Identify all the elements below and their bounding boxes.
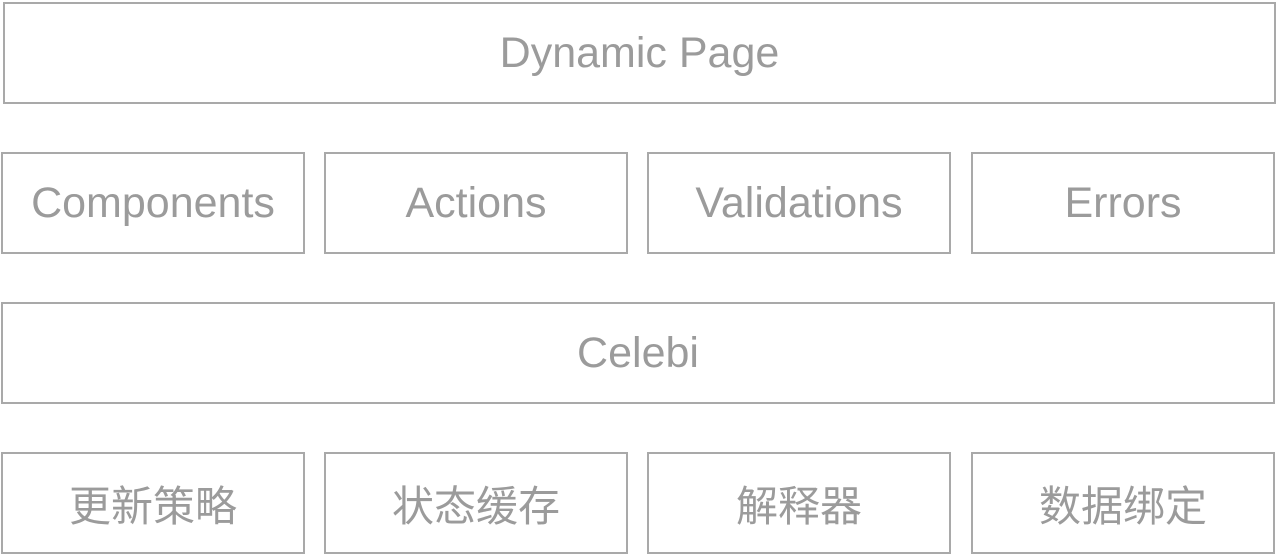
actions-module: Actions xyxy=(324,152,628,254)
update-strategy-label: 更新策略 xyxy=(68,481,237,531)
components-module: Components xyxy=(1,152,305,254)
data-binding-feature: 数据绑定 xyxy=(971,452,1275,554)
dynamic-page-layer: Dynamic Page xyxy=(3,2,1276,104)
components-label: Components xyxy=(31,178,275,227)
validations-label: Validations xyxy=(695,178,903,227)
celebi-core-layer: Celebi xyxy=(1,302,1275,404)
state-cache-label: 状态缓存 xyxy=(391,481,560,531)
interpreter-label: 解释器 xyxy=(735,481,862,531)
errors-label: Errors xyxy=(1064,178,1182,227)
dynamic-page-label: Dynamic Page xyxy=(499,28,780,77)
actions-label: Actions xyxy=(405,178,547,227)
update-strategy-feature: 更新策略 xyxy=(1,452,305,554)
data-binding-label: 数据绑定 xyxy=(1038,481,1207,531)
state-cache-feature: 状态缓存 xyxy=(324,452,628,554)
interpreter-feature: 解释器 xyxy=(647,452,951,554)
errors-module: Errors xyxy=(971,152,1275,254)
celebi-label: Celebi xyxy=(577,328,699,377)
validations-module: Validations xyxy=(647,152,951,254)
